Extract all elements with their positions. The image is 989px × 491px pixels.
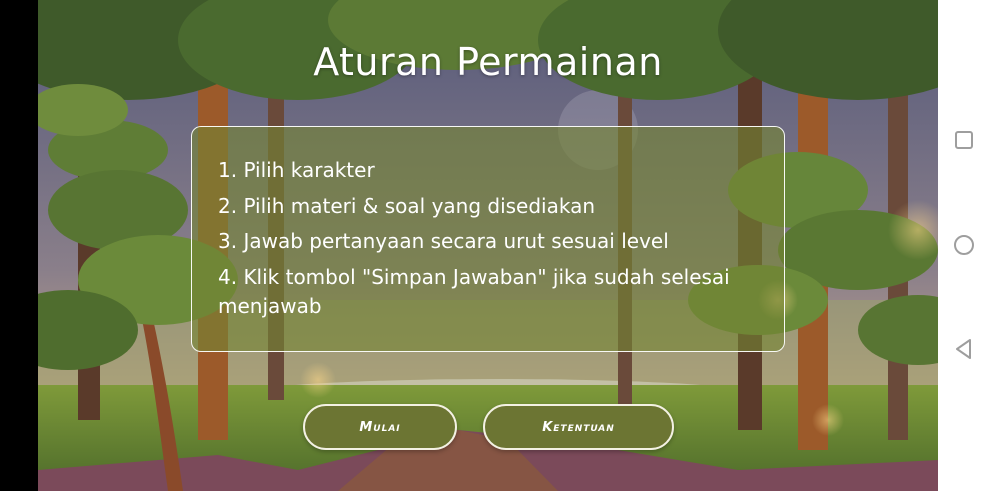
page-title: Aturan Permainan <box>313 40 663 84</box>
rule-item: 2. Pilih materi & soal yang disediakan <box>218 193 596 218</box>
system-navigation-bar <box>938 0 989 491</box>
screen: Aturan Permainan 1. Pilih karakter 2. Pi… <box>0 0 989 491</box>
rule-item: 1. Pilih karakter <box>218 158 375 182</box>
home-icon[interactable] <box>951 232 977 258</box>
rules-button[interactable]: Ketentuan <box>483 404 674 450</box>
rules-panel: 1. Pilih karakter 2. Pilih materi & soal… <box>191 126 785 352</box>
left-black-bar <box>0 0 38 491</box>
back-icon[interactable] <box>951 336 977 362</box>
game-area: Aturan Permainan 1. Pilih karakter 2. Pi… <box>38 0 938 491</box>
rule-item: 3. Jawab pertanyaan secara urut sesuai l… <box>218 229 669 253</box>
start-button[interactable]: Mulai <box>303 404 457 450</box>
recent-apps-icon[interactable] <box>951 127 977 153</box>
rule-item: 4. Klik tombol "Simpan Jawaban" jika sud… <box>218 264 730 318</box>
